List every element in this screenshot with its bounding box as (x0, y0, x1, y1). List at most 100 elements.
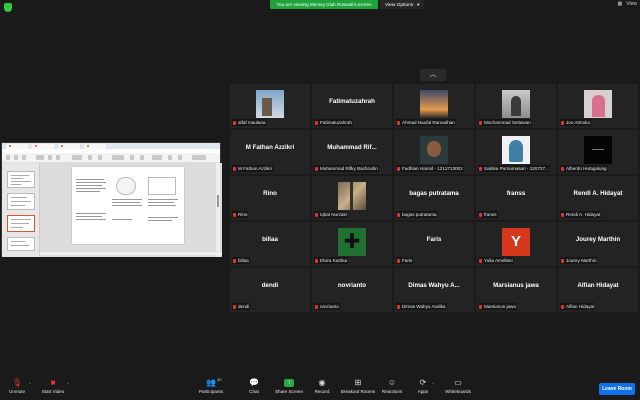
mic-muted-icon (479, 258, 482, 263)
mic-muted-icon (479, 166, 482, 171)
participant-name-label: Faris (396, 257, 414, 264)
participant-tile[interactable]: Alfian Hidayat Alfian Hidayat (558, 268, 638, 312)
participant-tile[interactable]: M Fathan Azzikri M Fathan Azzikri (230, 130, 310, 174)
chevron-up-icon[interactable]: ^ (29, 381, 31, 386)
leave-room-button[interactable]: Leave Room (599, 383, 635, 395)
participants-button[interactable]: 👥 30 Participants (197, 377, 225, 398)
start-video-label: Start Video (41, 389, 65, 394)
share-screen-button[interactable]: ↑ Share Screen (274, 378, 304, 398)
participant-tile[interactable]: alfaf maulana (230, 84, 310, 128)
participants-label: Participants (198, 389, 223, 394)
shared-screen[interactable] (1, 142, 222, 257)
participant-tile[interactable]: Y Yulia Amellani (476, 222, 556, 266)
mic-muted-icon (397, 120, 400, 125)
participant-name-label: Muhammad Rifky Bachrudin (314, 165, 379, 172)
share-screen-icon: ↑ (274, 378, 304, 388)
mic-muted-icon: 🎙 (11, 378, 23, 387)
participant-tile[interactable]: Rino Rino (230, 176, 310, 220)
participant-tile[interactable]: Ahmad Naufal Ramadhan (394, 84, 474, 128)
participant-tile[interactable]: Marsianus jawa Marsianus jawa (476, 268, 556, 312)
participant-display-name: Marsianus jawa (493, 282, 539, 289)
participant-display-name: Alfian Hidayat (577, 282, 619, 289)
participant-name: Ahmad Naufal Ramadhan (402, 120, 455, 125)
participant-tile[interactable]: Muhammad Rif... Muhammad Rifky Bachrudin (312, 130, 392, 174)
participant-name: Muhammad Rifky Bachrudin (320, 166, 378, 171)
participant-name: billaa (238, 258, 249, 263)
participant-tile[interactable]: Mochammad Setiawan (476, 84, 556, 128)
breakout-rooms-button[interactable]: ⊞ Breakout Rooms (339, 378, 377, 398)
top-right-controls: ▦ View (614, 1, 637, 7)
share-screen-label: Share Screen (274, 389, 304, 394)
participant-name: alfaf maulana (238, 120, 266, 125)
participant-name-label: franss (478, 211, 498, 218)
record-button[interactable]: ◉ Record (313, 378, 331, 398)
whiteboards-label: Whiteboards (445, 389, 471, 394)
view-options-label: View Options (385, 3, 414, 8)
participant-tile[interactable]: Sartika Purnamasari - 120727... (476, 130, 556, 174)
slide-thumbnail-panel (2, 163, 40, 257)
participant-tile[interactable]: Jourey Marthin Jourey Marthin (558, 222, 638, 266)
participant-avatar (420, 90, 448, 118)
participant-tile[interactable]: Faris Faris (394, 222, 474, 266)
shared-scrollbar (216, 163, 220, 257)
participant-tile[interactable]: Elvira Kartika (312, 222, 392, 266)
share-banner: You are viewing Mersey Diah Roswati's sc… (270, 0, 378, 9)
participant-tile[interactable]: Fatimatuzahrah Fatimatuzahrah (312, 84, 392, 128)
chevron-up-icon[interactable]: ^ (67, 381, 69, 386)
participant-name: dendi (238, 304, 250, 309)
participant-name-label: Fadhlan Hamid - 1212713002 (396, 165, 464, 172)
shared-ribbon (2, 153, 220, 163)
participant-tile[interactable]: Fadhlan Hamid - 1212713002 (394, 130, 474, 174)
participant-tile[interactable]: Iqbal Nurzaki (312, 176, 392, 220)
mic-muted-icon (233, 304, 236, 309)
participant-tile[interactable]: billaa billaa (230, 222, 310, 266)
chevron-up-icon[interactable]: ︿ (420, 69, 446, 81)
participant-tile[interactable]: Joo Atmoko (558, 84, 638, 128)
participant-name: Marsianus jawa (484, 304, 516, 309)
mic-muted-icon (397, 304, 400, 309)
chat-button[interactable]: 💬 Chat (246, 378, 262, 398)
reactions-label: Reactions (381, 389, 403, 394)
start-video-button[interactable]: ■ Start Video ^ (40, 378, 69, 398)
participant-name-label: Elvira Kartika (314, 257, 349, 264)
unmute-button[interactable]: 🎙 Unmute ^ (6, 378, 31, 398)
mic-muted-icon (397, 258, 400, 263)
reactions-button[interactable]: ☺ Reactions (380, 378, 404, 398)
participant-tile[interactable]: Alberdo Hutagalung (558, 130, 638, 174)
whiteboard-icon: ▭ (454, 378, 462, 387)
chevron-up-icon[interactable]: ^ (432, 381, 434, 386)
whiteboards-button[interactable]: ▭ Whiteboards (443, 378, 473, 398)
apps-button[interactable]: ⟳ Apps ^ (415, 378, 434, 398)
participant-name-label: Mochammad Setiawan (478, 119, 532, 126)
participant-name: Yulia Amellani (484, 258, 513, 263)
participant-tile[interactable]: novrianto novrianto (312, 268, 392, 312)
participant-tile[interactable]: Rendi A. Hidayat Rendi A. Hidayat (558, 176, 638, 220)
participant-avatar (584, 136, 612, 164)
participant-tile[interactable]: bagas putratama bagas putratama (394, 176, 474, 220)
participant-name: Fatimatuzahrah (320, 120, 352, 125)
participant-tile[interactable]: franss franss (476, 176, 556, 220)
participant-display-name: billaa (262, 236, 278, 243)
participant-display-name: Faris (426, 236, 442, 243)
participant-display-name: dendi (261, 282, 279, 289)
mic-muted-icon (479, 212, 482, 217)
mic-muted-icon (561, 166, 564, 171)
grid-icon[interactable]: ▦ (618, 1, 623, 7)
participant-display-name: Muhammad Rif... (327, 144, 377, 151)
participant-avatar (338, 182, 366, 210)
breakout-rooms-label: Breakout Rooms (340, 389, 376, 394)
participant-name: Elvira Kartika (320, 258, 348, 263)
participant-tile[interactable]: Dimas Wahyu A... Dimas Wahyu Andika (394, 268, 474, 312)
record-label: Record (314, 389, 330, 394)
participant-name: Alfian Hidayat (566, 304, 595, 309)
participant-name-label: Ahmad Naufal Ramadhan (396, 119, 456, 126)
view-button[interactable]: View (626, 1, 637, 7)
shield-icon[interactable] (4, 3, 12, 12)
slide-thumbnail-selected (7, 215, 35, 232)
participant-tile[interactable]: dendi dendi (230, 268, 310, 312)
slide-thumbnail (7, 171, 35, 188)
view-options-button[interactable]: View Options ▼ (380, 0, 424, 9)
participant-name-label: Iqbal Nurzaki (314, 211, 348, 218)
slide-editor-area (40, 163, 222, 257)
zoom-meeting-window: You are viewing Mersey Diah Roswati's sc… (0, 0, 640, 400)
